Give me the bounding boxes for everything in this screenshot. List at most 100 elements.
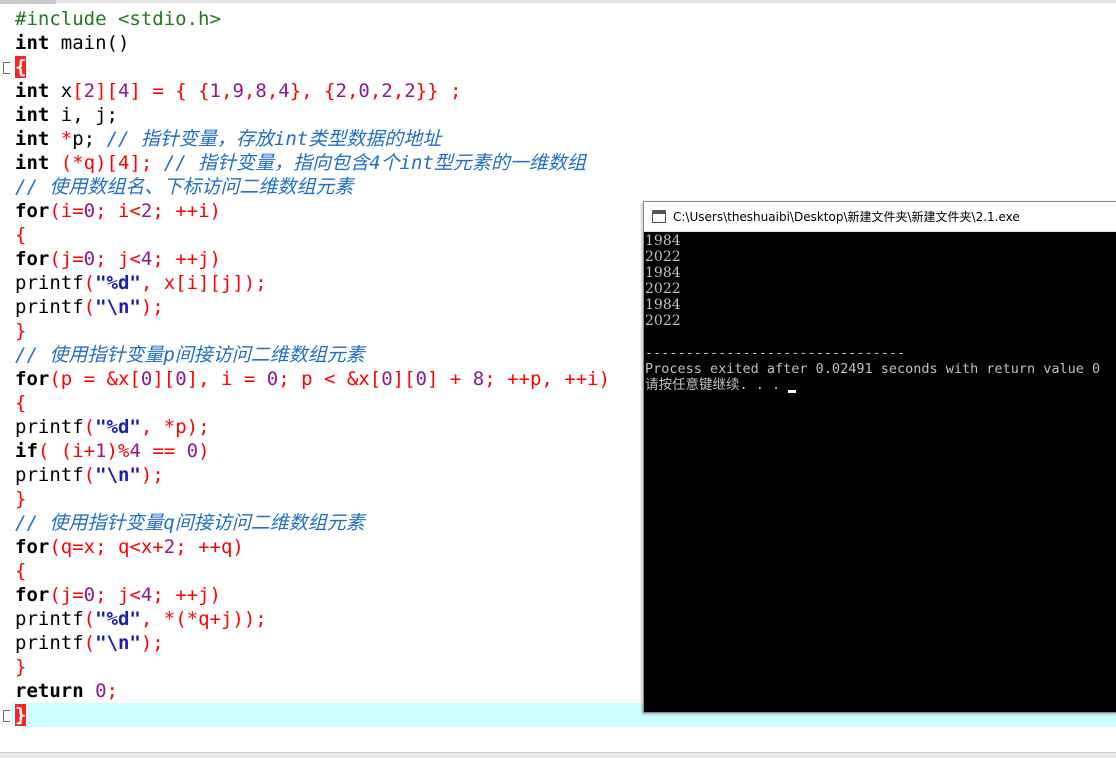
code-token: i, j;: [49, 104, 118, 126]
code-token: 8: [472, 368, 485, 390]
code-token: 2: [381, 80, 393, 102]
code-token: ][: [152, 368, 176, 390]
code-line[interactable]: printf("%d", x[i][j]);: [15, 271, 610, 295]
code-line[interactable]: printf("\n");: [15, 295, 610, 319]
code-line[interactable]: {: [15, 223, 610, 247]
code-token: ; ++q): [175, 536, 244, 558]
code-token: ,: [369, 80, 382, 102]
code-token: ; j: [95, 584, 130, 606]
code-token: {: [15, 392, 27, 414]
code-token: );: [140, 632, 164, 654]
code-token: x+: [140, 536, 164, 558]
code-comment: // 使用指针变量q间接访问二维数组元素: [15, 512, 365, 534]
code-token: p;: [72, 128, 107, 150]
fold-marker-icon[interactable]: [3, 710, 10, 722]
code-string: "\n": [95, 632, 141, 654]
code-line[interactable]: printf("\n");: [15, 463, 610, 487]
code-token: (p =: [49, 368, 107, 390]
code-token: x[: [117, 368, 141, 390]
code-token: ][: [392, 368, 416, 390]
editor-horizontal-scrollbar[interactable]: [0, 752, 1116, 758]
code-token: for: [15, 368, 50, 390]
code-token: ,: [140, 608, 164, 630]
code-string: "%d": [95, 416, 141, 438]
code-token: <: [129, 248, 141, 270]
code-token: ][: [95, 80, 119, 102]
code-token: 4: [140, 584, 153, 606]
code-line[interactable]: // 使用数组名、下标访问二维数组元素: [15, 175, 610, 199]
code-line[interactable]: }: [15, 655, 610, 679]
code-token: 2: [83, 80, 96, 102]
console-output-line: 2022: [645, 281, 681, 297]
code-token: printf: [15, 416, 84, 438]
code-token: *: [186, 608, 199, 630]
console-output-area[interactable]: 1984 2022 1984 2022 1984 2022 ----------…: [645, 233, 1115, 393]
code-token: int: [15, 104, 50, 126]
code-line[interactable]: int x[2][4] = { {1,9,8,4}, {2,0,2,2}} ;: [15, 79, 610, 103]
code-line[interactable]: for(j=0; j<4; ++j): [15, 583, 610, 607]
code-token: x[: [358, 368, 382, 390]
code-line[interactable]: int (*q)[4]; // 指针变量，指向包含4个int型元素的一维数组: [15, 151, 610, 175]
code-line[interactable]: {: [15, 55, 610, 79]
console-window-icon: [652, 210, 666, 223]
code-line[interactable]: #include <stdio.h>: [15, 7, 610, 31]
fold-marker-icon[interactable]: [3, 62, 10, 74]
code-line[interactable]: }: [15, 319, 610, 343]
code-line[interactable]: printf("%d", *(*q+j));: [15, 607, 610, 631]
code-comment: // 指针变量，指向包含4个int型元素的一维数组: [163, 152, 586, 174]
code-token: }: [15, 488, 27, 510]
code-line[interactable]: }: [15, 703, 610, 727]
code-line[interactable]: for(i=0; i<2; ++i): [15, 199, 610, 223]
code-token: 2: [335, 80, 347, 102]
code-token: {: [15, 56, 27, 78]
code-line[interactable]: int main(): [15, 31, 610, 55]
code-token: ; j: [95, 248, 130, 270]
console-separator: --------------------------------: [645, 345, 906, 361]
code-token: printf: [15, 608, 84, 630]
code-line[interactable]: for(p = &x[0][0], i = 0; p < &x[0][0] + …: [15, 367, 610, 391]
code-token: {: [15, 224, 27, 246]
code-token: }: [15, 320, 27, 342]
code-token: 0: [140, 368, 153, 390]
code-line[interactable]: }: [15, 487, 610, 511]
code-token: 4: [140, 248, 153, 270]
code-token: 0: [83, 584, 96, 606]
code-line[interactable]: for(j=0; j<4; ++j): [15, 247, 610, 271]
code-token: (: [175, 608, 187, 630]
code-line[interactable]: return 0;: [15, 679, 610, 703]
code-token: int: [15, 128, 50, 150]
code-line[interactable]: int i, j;: [15, 103, 610, 127]
code-line[interactable]: if( (i+1)%4 == 0): [15, 439, 610, 463]
editor-gutter[interactable]: [0, 4, 12, 752]
console-title-bar[interactable]: C:\Users\theshuaibi\Desktop\新建文件夹\新建文件夹\…: [644, 202, 1116, 232]
code-token: 0: [83, 200, 96, 222]
code-line[interactable]: // 使用指针变量p间接访问二维数组元素: [15, 343, 610, 367]
code-token: (i=: [49, 200, 84, 222]
code-token: q)[4];: [83, 152, 164, 174]
editor-top-border: [0, 0, 1116, 3]
code-token: <: [129, 536, 141, 558]
code-token: *: [72, 152, 84, 174]
code-line[interactable]: // 使用指针变量q间接访问二维数组元素: [15, 511, 610, 535]
code-token: )%: [106, 440, 130, 462]
code-area[interactable]: #include <stdio.h> int main() { int x[2]…: [15, 7, 610, 727]
code-line[interactable]: int *p; // 指针变量，存放int类型数据的地址: [15, 127, 610, 151]
console-output-line: 2022: [645, 249, 681, 265]
code-token: (j=: [49, 584, 84, 606]
code-line[interactable]: {: [15, 391, 610, 415]
code-token: ==: [140, 440, 187, 462]
console-exit-message: Process exited after 0.02491 seconds wit…: [645, 361, 1101, 377]
console-output-line: 1984: [645, 265, 681, 281]
code-line[interactable]: for(q=x; q<x+2; ++q): [15, 535, 610, 559]
console-output-line: 1984: [645, 233, 681, 249]
code-line[interactable]: printf("%d", *p);: [15, 415, 610, 439]
code-token: <: [129, 200, 141, 222]
code-line[interactable]: printf("\n");: [15, 631, 610, 655]
code-token: ,: [392, 80, 405, 102]
console-window[interactable]: C:\Users\theshuaibi\Desktop\新建文件夹\新建文件夹\…: [643, 201, 1116, 713]
code-line[interactable]: {: [15, 559, 610, 583]
code-token: ,: [266, 80, 279, 102]
code-token: *: [163, 608, 176, 630]
code-token: int: [15, 152, 50, 174]
